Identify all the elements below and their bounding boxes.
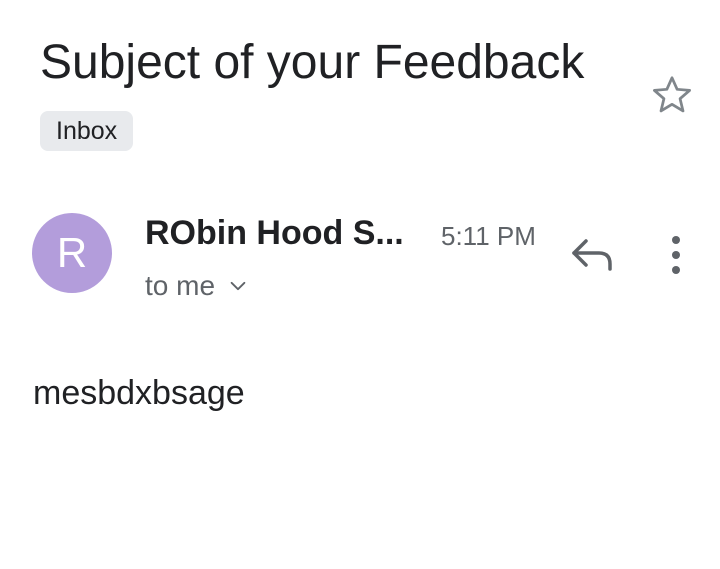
label-chip-inbox[interactable]: Inbox [40, 111, 134, 151]
message-time: 5:11 PM [441, 221, 536, 251]
star-button[interactable] [650, 73, 694, 117]
email-body: mesbdxbsage [33, 374, 245, 412]
recipients-label: to me [145, 270, 216, 301]
recipients-toggle[interactable]: to me [145, 265, 249, 307]
star-outline-icon [653, 76, 691, 113]
more-vert-icon [672, 236, 680, 274]
chevron-down-icon [230, 281, 246, 291]
email-view: Subject of your Feedback Inbox R RObin H… [0, 0, 720, 569]
reply-icon [572, 239, 612, 271]
sender-name: RObin Hood S... [145, 214, 404, 252]
avatar[interactable]: R [32, 213, 112, 293]
more-options-button[interactable] [658, 232, 694, 278]
reply-button[interactable] [567, 233, 617, 279]
email-subject: Subject of your Feedback [40, 36, 585, 89]
